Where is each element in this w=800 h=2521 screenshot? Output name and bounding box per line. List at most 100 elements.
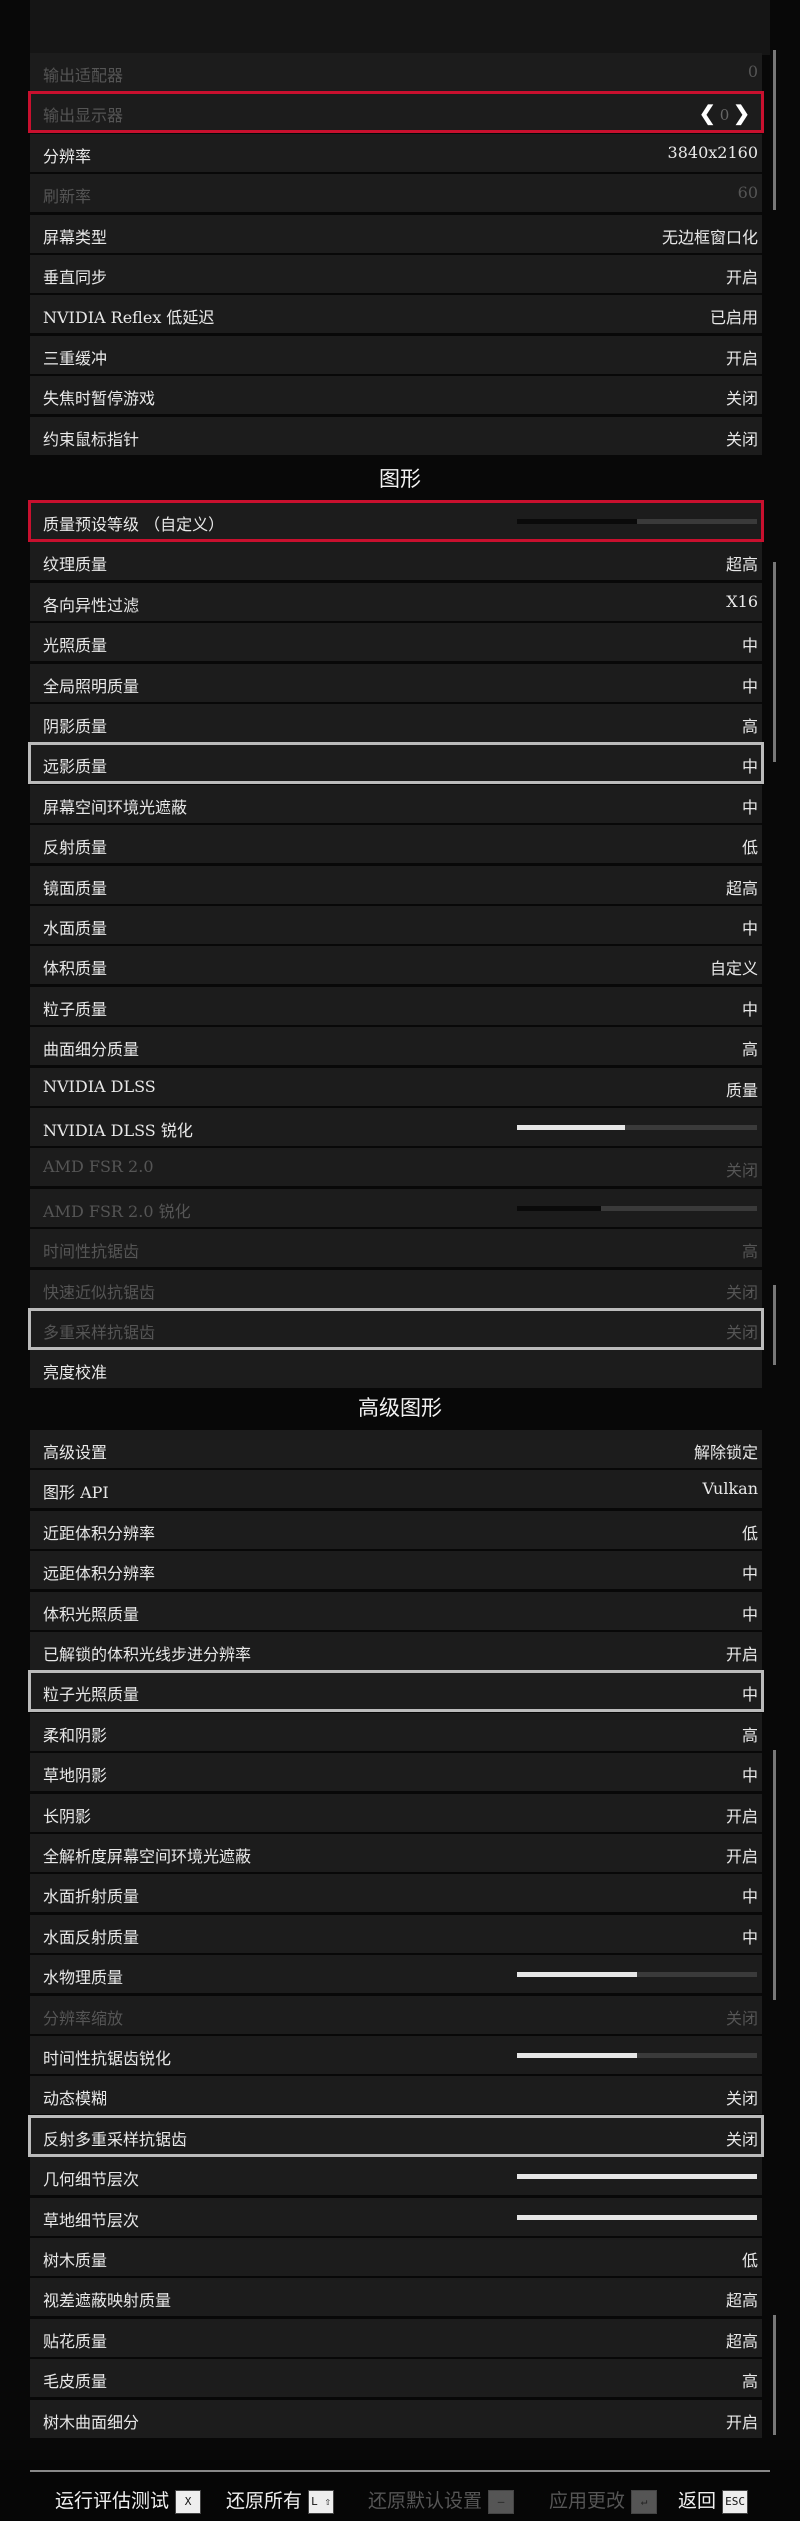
display-setting-row[interactable]: 输出显示器 ❮ 0 ❯	[28, 91, 764, 134]
advanced-setting-row[interactable]: 反射多重采样抗锯齿 关闭	[28, 2114, 764, 2157]
graphics-setting-row[interactable]: 体积质量 自定义	[30, 946, 762, 985]
display-setting-row[interactable]: 输出适配器 0	[30, 53, 762, 91]
advanced-setting-row[interactable]: 高级设置 解除锁定	[30, 1430, 762, 1468]
graphics-setting-row[interactable]: 时间性抗锯齿 高	[30, 1229, 762, 1268]
apply-changes-button[interactable]: 应用更改 ↵	[549, 2486, 658, 2514]
advanced-setting-row[interactable]: 已解锁的体积光线步进分辨率 开启	[30, 1632, 762, 1670]
run-benchmark-button[interactable]: 运行评估测试 X	[55, 2486, 202, 2514]
graphics-setting-row[interactable]: 反射质量 低	[30, 825, 762, 864]
scrollbar[interactable]	[773, 1285, 776, 1365]
advanced-setting-row[interactable]: 水面折射质量 中	[30, 1874, 762, 1913]
advanced-setting-row[interactable]: 草地细节层次	[30, 2197, 762, 2236]
back-button[interactable]: 返回 ESC	[678, 2486, 749, 2514]
restore-defaults-button[interactable]: 还原默认设置 —	[368, 2486, 515, 2514]
setting-label: 体积光照质量	[43, 1604, 140, 1624]
setting-slider[interactable]	[517, 2053, 757, 2058]
setting-label: 质量预设等级 （自定义）	[43, 515, 225, 534]
graphics-setting-row[interactable]: 远影质量 中	[28, 742, 764, 785]
display-setting-row[interactable]: 屏幕类型 无边框窗口化	[30, 214, 762, 253]
setting-value: 中	[741, 1685, 758, 1705]
setting-slider[interactable]	[517, 519, 757, 524]
advanced-setting-row[interactable]: 长阴影 开启	[30, 1793, 762, 1832]
advanced-setting-row[interactable]: 视差遮蔽映射质量 超高	[30, 2278, 762, 2317]
chevron-right-icon[interactable]: ❯	[733, 101, 750, 125]
advanced-setting-row[interactable]: 远距体积分辨率 中	[30, 1551, 762, 1590]
advanced-setting-row[interactable]: 粒子光照质量 中	[28, 1670, 764, 1713]
setting-label: 水物理质量	[43, 1968, 124, 1988]
advanced-setting-row[interactable]: 几何细节层次	[30, 2157, 762, 2196]
advanced-setting-row[interactable]: 时间性抗锯齿锐化	[30, 2036, 762, 2074]
advanced-setting-row[interactable]: 贴花质量 超高	[30, 2318, 762, 2357]
advanced-setting-row[interactable]: 体积光照质量 中	[30, 1591, 762, 1630]
display-setting-row[interactable]: 约束鼠标指针 关闭	[30, 416, 762, 455]
advanced-setting-row[interactable]: 草地阴影 中	[30, 1753, 762, 1792]
setting-label: AMD FSR 2.0	[43, 1157, 154, 1177]
graphics-setting-row[interactable]: 屏幕空间环境光遮蔽 中	[30, 784, 762, 823]
setting-value: 自定义	[709, 959, 758, 979]
scrollbar[interactable]	[773, 50, 776, 210]
display-setting-row[interactable]: 三重缓冲 开启	[30, 335, 762, 374]
setting-value: 低	[741, 2251, 758, 2270]
display-setting-row[interactable]: NVIDIA Reflex 低延迟 已启用	[30, 295, 762, 334]
setting-slider[interactable]	[517, 1972, 757, 1978]
advanced-setting-row[interactable]: 柔和阴影 高	[30, 1712, 762, 1751]
graphics-setting-row[interactable]: 快速近似抗锯齿 关闭	[30, 1269, 762, 1308]
graphics-setting-row[interactable]: 镜面质量 超高	[30, 865, 762, 904]
value-selector[interactable]: ❮ 0 ❯	[699, 101, 750, 125]
setting-value: 超高	[725, 878, 758, 898]
graphics-setting-row[interactable]: AMD FSR 2.0 关闭	[30, 1148, 762, 1187]
advanced-setting-row[interactable]: 动态模糊 关闭	[30, 2076, 762, 2115]
graphics-setting-row[interactable]: 粒子质量 中	[30, 986, 762, 1025]
graphics-setting-row[interactable]: 多重采样抗锯齿 关闭	[28, 1308, 764, 1350]
graphics-setting-row[interactable]: 亮度校准	[30, 1350, 762, 1389]
setting-label: 三重缓冲	[43, 348, 108, 368]
setting-value: 中	[741, 1887, 758, 1907]
advanced-setting-row[interactable]: 图形 API Vulkan	[30, 1470, 762, 1509]
graphics-setting-row[interactable]: 质量预设等级 （自定义）	[28, 500, 764, 542]
graphics-setting-row[interactable]: 各向异性过滤 X16	[30, 582, 762, 621]
setting-value: 中	[741, 1766, 758, 1786]
setting-label: 时间性抗锯齿	[43, 1242, 140, 1262]
graphics-setting-row[interactable]: 阴影质量 高	[30, 704, 762, 742]
setting-label: 分辨率	[43, 146, 92, 166]
setting-slider[interactable]	[517, 2174, 757, 2180]
graphics-setting-row[interactable]: NVIDIA DLSS 锐化	[30, 1108, 762, 1146]
graphics-setting-row[interactable]: 水面质量 中	[30, 906, 762, 944]
graphics-setting-row[interactable]: 全局照明质量 中	[30, 663, 762, 702]
scrollbar[interactable]	[773, 562, 776, 762]
display-setting-row[interactable]: 分辨率 3840x2160	[30, 133, 762, 172]
display-setting-row[interactable]: 垂直同步 开启	[30, 255, 762, 293]
setting-label: 光照质量	[43, 636, 108, 656]
advanced-setting-row[interactable]: 毛皮质量 高	[30, 2359, 762, 2398]
display-setting-row[interactable]: 刷新率 60	[30, 174, 762, 213]
graphics-setting-row[interactable]: AMD FSR 2.0 锐化	[30, 1188, 762, 1227]
slider-fill	[517, 2174, 757, 2180]
graphics-setting-row[interactable]: NVIDIA DLSS 质量	[30, 1067, 762, 1106]
setting-value: 质量	[725, 1080, 758, 1100]
back-label: 返回	[678, 2490, 717, 2512]
setting-label: 高级设置	[43, 1443, 108, 1462]
setting-label: 刷新率	[43, 187, 92, 207]
setting-value: 0	[747, 62, 758, 81]
display-setting-row[interactable]: 失焦时暂停游戏 关闭	[30, 376, 762, 415]
setting-value: 开启	[725, 268, 758, 287]
setting-slider[interactable]	[517, 1125, 757, 1130]
advanced-setting-row[interactable]: 树木质量 低	[30, 2238, 762, 2276]
scrollbar[interactable]	[773, 1750, 776, 2000]
advanced-setting-row[interactable]: 水物理质量	[30, 1955, 762, 1994]
graphics-setting-row[interactable]: 曲面细分质量 高	[30, 1027, 762, 1066]
setting-label: 柔和阴影	[43, 1725, 108, 1745]
advanced-setting-row[interactable]: 全解析度屏幕空间环境光遮蔽 开启	[30, 1834, 762, 1872]
setting-slider[interactable]	[517, 1205, 757, 1211]
scrollbar[interactable]	[773, 2315, 776, 2435]
graphics-setting-row[interactable]: 光照质量 中	[30, 623, 762, 662]
restore-all-button[interactable]: 还原所有 L ⇧	[226, 2486, 335, 2514]
advanced-setting-row[interactable]: 水面反射质量 中	[30, 1914, 762, 1953]
top-strip	[30, 0, 770, 55]
chevron-left-icon[interactable]: ❮	[699, 101, 716, 125]
advanced-setting-row[interactable]: 分辨率缩放 关闭	[30, 1995, 762, 2034]
setting-slider[interactable]	[517, 2214, 757, 2220]
advanced-setting-row[interactable]: 近距体积分辨率 低	[30, 1510, 762, 1549]
advanced-setting-row[interactable]: 树木曲面细分 开启	[30, 2399, 762, 2438]
graphics-setting-row[interactable]: 纹理质量 超高	[30, 542, 762, 581]
